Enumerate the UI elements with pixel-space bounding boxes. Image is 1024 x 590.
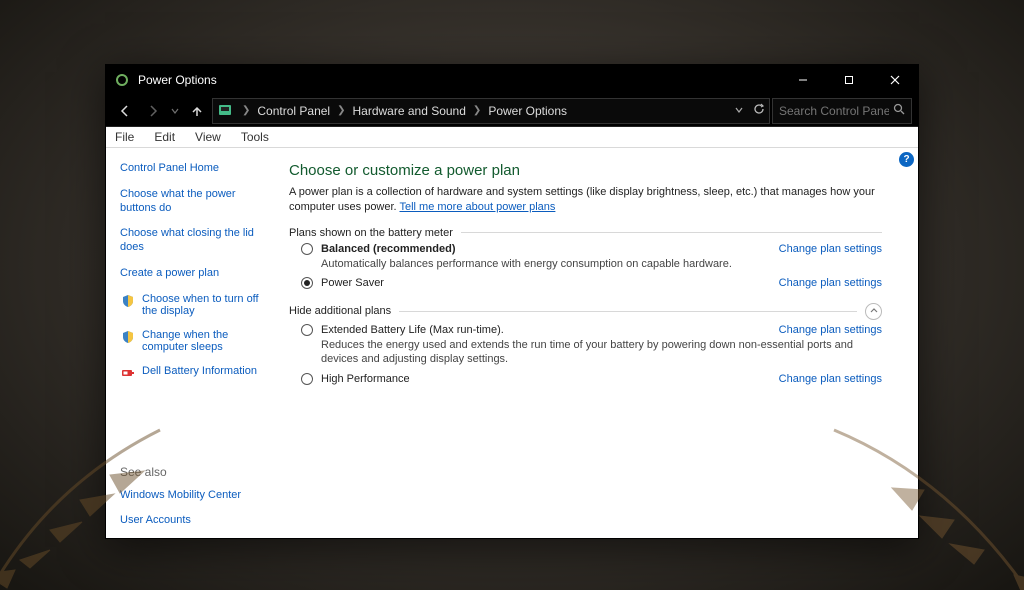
menu-tools[interactable]: Tools <box>238 129 272 145</box>
divider <box>461 232 882 233</box>
shield-icon <box>120 330 136 344</box>
plan-power-saver: Power Saver Change plan settings <box>301 277 882 289</box>
sidebar-item-dell-battery[interactable]: Dell Battery Information <box>142 365 257 377</box>
sidebar-control-panel-home[interactable]: Control Panel Home <box>120 162 267 176</box>
chevron-right-icon: ❯ <box>239 105 253 116</box>
collapse-toggle-button[interactable] <box>865 303 882 320</box>
change-plan-settings-link[interactable]: Change plan settings <box>779 243 882 255</box>
forward-button[interactable] <box>140 98 166 124</box>
plan-description: Automatically balances performance with … <box>321 257 882 271</box>
menu-edit[interactable]: Edit <box>151 129 178 145</box>
radio-extended-battery[interactable] <box>301 324 313 336</box>
refresh-button[interactable] <box>753 103 765 118</box>
sidebar-item-create-plan[interactable]: Create a power plan <box>120 267 267 281</box>
chevron-right-icon: ❯ <box>334 105 348 116</box>
battery-info-icon <box>120 366 136 380</box>
main-content: Choose or customize a power plan A power… <box>271 148 918 538</box>
hide-additional-plans-row: Hide additional plans <box>289 303 882 320</box>
learn-more-link[interactable]: Tell me more about power plans <box>399 201 555 213</box>
close-button[interactable] <box>872 65 918 95</box>
additional-plans-section: Extended Battery Life (Max run-time). Ch… <box>289 324 882 385</box>
sidebar: Control Panel Home Choose what the power… <box>106 148 271 538</box>
control-panel-window: Power Options ❯ Control Panel <box>105 64 919 539</box>
window-title: Power Options <box>138 73 780 87</box>
menu-view[interactable]: View <box>192 129 224 145</box>
up-button[interactable] <box>184 98 210 124</box>
plan-high-performance: High Performance Change plan settings <box>301 373 882 385</box>
plan-extended-battery: Extended Battery Life (Max run-time). Ch… <box>301 324 882 367</box>
control-panel-icon <box>217 103 233 119</box>
radio-power-saver[interactable] <box>301 277 313 289</box>
back-button[interactable] <box>112 98 138 124</box>
content-body: ? Control Panel Home Choose what the pow… <box>106 148 918 538</box>
sidebar-item-computer-sleeps[interactable]: Change when the computer sleeps <box>142 329 267 353</box>
breadcrumb-hardware-sound[interactable]: Hardware and Sound <box>353 104 466 118</box>
search-icon[interactable] <box>893 103 905 118</box>
see-also-heading: See also <box>120 465 267 479</box>
titlebar: Power Options <box>106 65 918 95</box>
plan-name[interactable]: Extended Battery Life (Max run-time). <box>321 324 504 336</box>
power-options-icon <box>114 72 130 88</box>
sidebar-item-closing-lid[interactable]: Choose what closing the lid does <box>120 227 267 255</box>
breadcrumb-power-options[interactable]: Power Options <box>488 104 567 118</box>
divider <box>399 311 857 312</box>
address-history-dropdown[interactable] <box>735 105 743 117</box>
navbar: ❯ Control Panel ❯ Hardware and Sound ❯ P… <box>106 95 918 127</box>
recent-dropdown[interactable] <box>168 98 182 124</box>
change-plan-settings-link[interactable]: Change plan settings <box>779 373 882 385</box>
change-plan-settings-link[interactable]: Change plan settings <box>779 324 882 336</box>
address-bar[interactable]: ❯ Control Panel ❯ Hardware and Sound ❯ P… <box>212 98 770 124</box>
plan-description: Reduces the energy used and extends the … <box>321 338 882 367</box>
maximize-button[interactable] <box>826 65 872 95</box>
plan-balanced: Balanced (recommended) Change plan setti… <box>301 243 882 271</box>
breadcrumb-control-panel[interactable]: Control Panel <box>257 104 330 118</box>
hide-additional-plans-label[interactable]: Hide additional plans <box>289 305 391 317</box>
page-description: A power plan is a collection of hardware… <box>289 185 882 215</box>
chevron-right-icon: ❯ <box>470 105 484 116</box>
search-box[interactable] <box>772 98 912 124</box>
section-title-text: Plans shown on the battery meter <box>289 227 453 239</box>
sidebar-item-turn-off-display[interactable]: Choose when to turn off the display <box>142 293 267 317</box>
radio-high-performance[interactable] <box>301 373 313 385</box>
sidebar-item-power-buttons[interactable]: Choose what the power buttons do <box>120 188 267 216</box>
menu-file[interactable]: File <box>112 129 137 145</box>
shield-icon <box>120 294 136 308</box>
see-also-mobility-center[interactable]: Windows Mobility Center <box>120 489 267 503</box>
plan-name[interactable]: High Performance <box>321 373 410 385</box>
minimize-button[interactable] <box>780 65 826 95</box>
description-text: A power plan is a collection of hardware… <box>289 186 875 213</box>
plan-name[interactable]: Balanced (recommended) <box>321 243 455 255</box>
radio-balanced[interactable] <box>301 243 313 255</box>
section-plans-shown: Plans shown on the battery meter <box>289 227 882 239</box>
see-also-user-accounts[interactable]: User Accounts <box>120 514 267 528</box>
change-plan-settings-link[interactable]: Change plan settings <box>779 277 882 289</box>
plan-name[interactable]: Power Saver <box>321 277 384 289</box>
menu-bar: File Edit View Tools <box>106 127 918 148</box>
search-input[interactable] <box>779 104 889 118</box>
page-title: Choose or customize a power plan <box>289 162 882 179</box>
